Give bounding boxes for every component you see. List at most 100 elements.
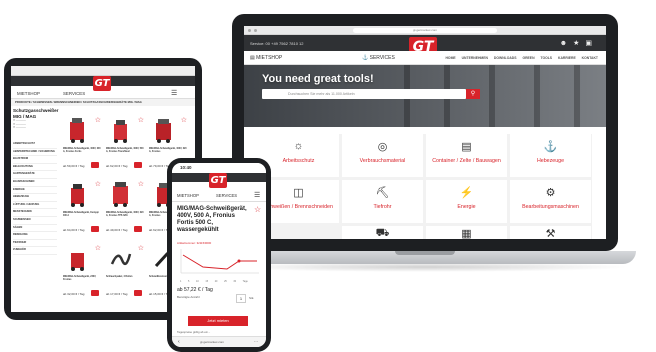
sidebar-category[interactable]: SÄGEN xyxy=(13,225,57,233)
sidebar-category[interactable]: ENERGIE xyxy=(13,187,57,195)
add-to-cart-button[interactable] xyxy=(134,226,142,232)
quantity-input[interactable]: 1 xyxy=(236,294,246,303)
category-tile[interactable]: ⚙ Bearbeitungsmaschinen xyxy=(510,180,591,223)
machine-icon: ⚙ xyxy=(545,187,556,199)
product-price: ab 59,00 € / Tag xyxy=(63,164,85,168)
wishlist-icon[interactable]: ☆ xyxy=(138,180,144,188)
add-to-cart-button[interactable] xyxy=(91,290,99,296)
wishlist-icon[interactable]: ☆ xyxy=(95,116,101,124)
forward-icon[interactable] xyxy=(254,29,257,32)
rent-now-button[interactable]: Jetzt mieten xyxy=(188,316,248,326)
address-bar[interactable]: gt.germantec.com xyxy=(352,28,498,33)
hero-title: You need great tools! xyxy=(262,73,374,85)
back-icon[interactable]: ‹ xyxy=(178,339,180,345)
main-nav: ▤ MIETSHOP ⚓ SERVICES HOME UNTERNEHMEN D… xyxy=(244,51,606,65)
add-to-cart-button[interactable] xyxy=(91,162,99,168)
category-grid: ☼ Arbeitsschutz ◎ Verbrauchsmaterial ▤ Cont… xyxy=(258,134,592,239)
nav-mietshop[interactable]: MIETSHOP xyxy=(177,193,199,198)
sidebar-category[interactable]: BELEUCHTUNG xyxy=(13,164,57,172)
nav-mietshop[interactable]: ▤ MIETSHOP xyxy=(250,55,282,61)
hose-image xyxy=(110,253,132,266)
breadcrumb[interactable]: PRODUKTE / SCHWEISSEN / BRENNSCHNEIDEN /… xyxy=(11,99,195,106)
nav-links[interactable]: HOME UNTERNEHMEN DOWNLOADS GREEN TOOLS K… xyxy=(445,56,598,60)
product-name: MIG/MAG-Schweißgerät, Kemppi 400 A xyxy=(63,212,99,217)
category-tile[interactable]: ⛟ xyxy=(342,226,423,239)
sidebar-filters: ☐ ———— ☐ ———— ☐ ———— xyxy=(13,119,57,141)
hero-banner: You need great tools! Durchsuchen Sie me… xyxy=(244,65,606,127)
product-price: ab 62,00 € / Tag xyxy=(106,164,128,168)
chart-tick: 5 xyxy=(188,280,190,283)
filter-option[interactable]: ☐ ———— xyxy=(13,126,57,130)
category-tile[interactable]: ⚒ xyxy=(510,226,591,239)
address-bar[interactable]: gt.germantec.com xyxy=(200,340,224,344)
category-tile[interactable]: ⚡ Energie xyxy=(426,180,507,223)
product-price: ab 32,00 € / Tag xyxy=(63,292,85,296)
sidebar-category[interactable]: BAUSTROM xyxy=(13,156,57,164)
product-card[interactable]: ☆ MIG/MAG-Schweißgerät, Kemppi 400 A ab 64… xyxy=(63,178,103,238)
wishlist-icon[interactable]: ☆ xyxy=(181,116,187,124)
nav-mietshop[interactable]: MIETSHOP xyxy=(17,91,40,96)
gt-logo[interactable]: GT xyxy=(209,173,227,188)
sidebar-category[interactable]: ZUBEHÖR xyxy=(13,247,57,255)
hero-shelf xyxy=(534,65,540,127)
user-icon[interactable]: ☻ xyxy=(560,40,573,47)
welder-image xyxy=(70,118,84,143)
product-card[interactable]: ☆ Schlauchpaket, 4 Rollen ab 17,00 € / Tag xyxy=(106,242,146,302)
wishlist-icon[interactable]: ★ xyxy=(573,40,585,47)
sidebar-category[interactable]: BAUMASCHINEN xyxy=(13,179,57,187)
category-tile[interactable]: ⛏ Tiefrohr xyxy=(342,180,423,223)
menu-icon[interactable]: ☰ xyxy=(254,191,260,199)
welder-image xyxy=(71,184,84,207)
price-note: Tagespreise gültig ab ein... xyxy=(177,330,211,334)
category-label: Verbrauchsmaterial xyxy=(359,158,406,164)
product-card[interactable]: ☆ MIG/MAG-Schweißgerät, 400V, 300 A, Fron… xyxy=(63,114,103,174)
nav-services[interactable]: ⚓ SERVICES xyxy=(362,55,395,61)
sidebar-category[interactable]: GARTENGERÄTE xyxy=(13,171,57,179)
header-icons: ☻★▣ xyxy=(560,39,598,47)
wishlist-icon[interactable]: ☆ xyxy=(95,180,101,188)
add-to-cart-button[interactable] xyxy=(134,290,142,296)
category-tile[interactable]: ⚓ Hebezeuge xyxy=(510,134,591,177)
wishlist-icon[interactable]: ☆ xyxy=(138,116,144,124)
sidebar-category[interactable]: MESSTECHNIK xyxy=(13,209,57,217)
search-button[interactable]: ⚲ xyxy=(466,89,480,99)
nav-mietshop-label: MIETSHOP xyxy=(256,55,283,61)
cart-icon[interactable]: ▣ xyxy=(585,40,598,47)
laptop-notch xyxy=(395,251,455,255)
plug-icon: ⚡ xyxy=(459,187,474,199)
chart-axis: 1 5 10 15 20 25 30 Tage xyxy=(180,280,264,283)
wishlist-icon[interactable]: ☆ xyxy=(95,244,101,252)
add-to-cart-button[interactable] xyxy=(91,226,99,232)
sidebar-category[interactable]: HEBEZEUGE xyxy=(13,194,57,202)
wishlist-icon[interactable]: ☆ xyxy=(254,205,261,214)
search-icon: ⚲ xyxy=(470,91,476,97)
product-price: ab 17,00 € / Tag xyxy=(106,292,128,296)
sidebar-category[interactable]: LÜFTUNG / HEIZUNG xyxy=(13,202,57,210)
sidebar-title: Schutzgasschweißer MIG / MAG xyxy=(13,108,59,119)
category-tile[interactable]: ▤ Container / Zelte / Bauwagen xyxy=(426,134,507,177)
search-placeholder: Durchsuchen Sie mehr als 11.000 Artikeln xyxy=(288,92,355,96)
product-card[interactable]: ☆ MIG/MAG-Schweißgerät, 230V, Fronius ab 3… xyxy=(63,242,103,302)
category-tile[interactable]: ◎ Verbrauchsmaterial xyxy=(342,134,423,177)
category-label: Tiefrohr xyxy=(373,204,392,210)
menu-icon[interactable]: ☰ xyxy=(171,89,177,97)
add-to-cart-button[interactable] xyxy=(134,162,142,168)
browser-chrome: gt.germantec.com xyxy=(244,26,606,35)
sidebar-category[interactable]: SCHWEISSEN xyxy=(13,217,57,225)
nav-services[interactable]: SERVICES xyxy=(63,91,85,96)
welder-image xyxy=(113,182,128,207)
sidebar-category[interactable]: ARBEITSSCHUTZ xyxy=(13,141,57,149)
nav-services[interactable]: SERVICES xyxy=(216,193,237,198)
back-icon[interactable] xyxy=(248,29,251,32)
wishlist-icon[interactable]: ☆ xyxy=(138,244,144,252)
sidebar-category[interactable]: TIEFROHR xyxy=(13,240,57,248)
price-chart xyxy=(180,249,259,274)
sidebar-category[interactable]: ABSPERRTECHNIK / SICHERUNG xyxy=(13,149,57,157)
sidebar-category[interactable]: REINIGUNG xyxy=(13,232,57,240)
category-tile[interactable]: ▦ xyxy=(426,226,507,239)
more-icon[interactable]: ⋯ xyxy=(254,339,258,344)
product-card[interactable]: ☆ MIG/MAG-Schweißgerät, 400V, 320 A, Fron… xyxy=(106,178,146,238)
worker-icon: ☼ xyxy=(293,140,304,152)
product-card[interactable]: ☆ MIG/MAG-Schweißgerät, 400V, 500 A, Fron… xyxy=(106,114,146,174)
search-input[interactable]: Durchsuchen Sie mehr als 11.000 Artikeln xyxy=(262,89,466,99)
